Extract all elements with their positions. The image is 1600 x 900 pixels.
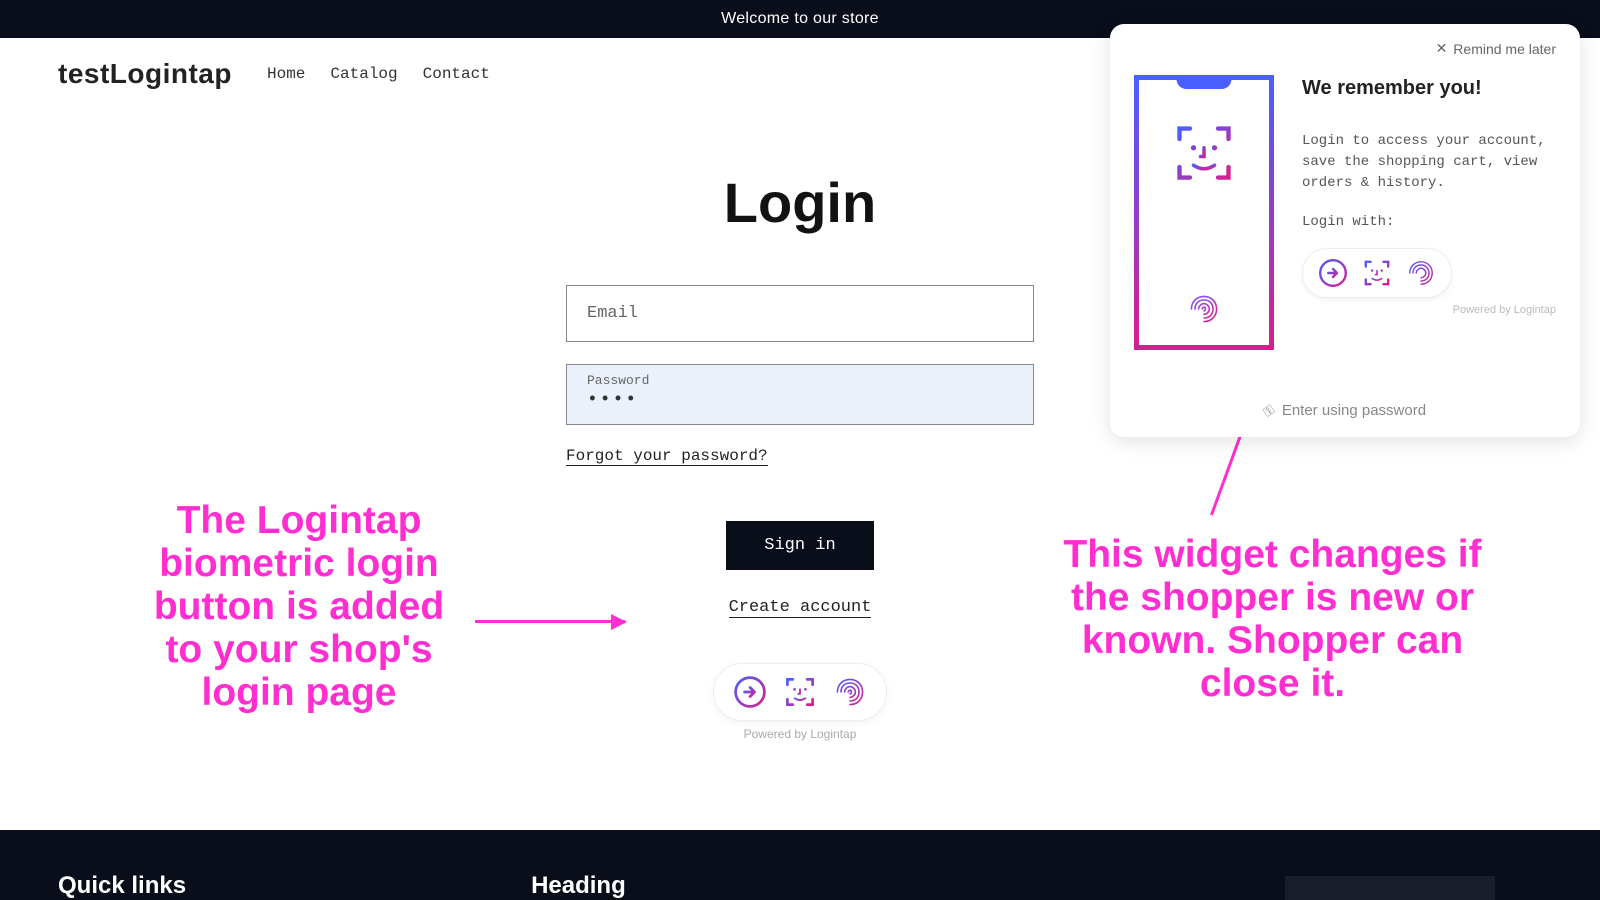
key-icon: ⚿ — [1260, 401, 1277, 420]
forgot-password-link[interactable]: Forgot your password? — [566, 447, 768, 466]
email-field[interactable]: Email — [566, 285, 1034, 342]
fingerprint-icon — [832, 674, 868, 710]
phone-notch — [1177, 75, 1232, 89]
remind-later-label: Remind me later — [1453, 41, 1556, 57]
annotation-right: This widget changes if the shopper is ne… — [1040, 534, 1505, 706]
fingerprint-icon — [1405, 257, 1437, 289]
password-value: •••• — [587, 390, 638, 410]
footer-input-placeholder[interactable] — [1285, 876, 1495, 900]
logintap-widget: ✕ Remind me later We remember you! Login… — [1110, 24, 1580, 437]
widget-description: Login to access your account, save the s… — [1302, 131, 1556, 194]
banner-text: Welcome to our store — [721, 10, 879, 27]
enter-password-label: Enter using password — [1282, 402, 1426, 419]
site-logo[interactable]: testLogintap — [58, 58, 232, 90]
login-form: Email Password •••• Forgot your password… — [566, 285, 1034, 741]
close-icon: ✕ — [1436, 40, 1448, 57]
page-title: Login — [724, 170, 876, 235]
password-label: Password — [587, 373, 1013, 388]
main-nav: Home Catalog Contact — [267, 65, 490, 83]
login-with-label: Login with: — [1302, 214, 1556, 230]
widget-title: We remember you! — [1302, 75, 1556, 101]
arrow-circle-icon — [732, 674, 768, 710]
widget-close-button[interactable]: ✕ Remind me later — [1134, 40, 1556, 57]
nav-contact[interactable]: Contact — [423, 65, 490, 83]
footer-heading-title: Heading — [531, 872, 626, 900]
biometric-login-button[interactable] — [713, 663, 887, 721]
create-account-link[interactable]: Create account — [729, 598, 872, 618]
enter-password-link[interactable]: ⚿ Enter using password — [1134, 402, 1556, 419]
site-footer: Quick links Heading — [0, 830, 1600, 900]
nav-catalog[interactable]: Catalog — [330, 65, 397, 83]
arrow-circle-icon — [1317, 257, 1349, 289]
footer-quicklinks-title: Quick links — [58, 872, 186, 900]
annotation-arrow-left — [475, 620, 625, 623]
faceid-icon — [1361, 257, 1393, 289]
email-placeholder: Email — [587, 304, 638, 323]
fingerprint-small-icon — [1186, 291, 1222, 327]
annotation-left: The Logintap biometric login button is a… — [148, 500, 450, 714]
nav-home[interactable]: Home — [267, 65, 305, 83]
faceid-icon — [782, 674, 818, 710]
signin-button[interactable]: Sign in — [726, 521, 873, 570]
widget-powered-label: Powered by Logintap — [1302, 304, 1556, 316]
widget-biometric-button[interactable] — [1302, 248, 1452, 298]
powered-by-label: Powered by Logintap — [713, 727, 887, 741]
faceid-large-icon — [1169, 118, 1239, 188]
phone-illustration — [1134, 75, 1274, 350]
password-field[interactable]: Password •••• — [566, 364, 1034, 425]
